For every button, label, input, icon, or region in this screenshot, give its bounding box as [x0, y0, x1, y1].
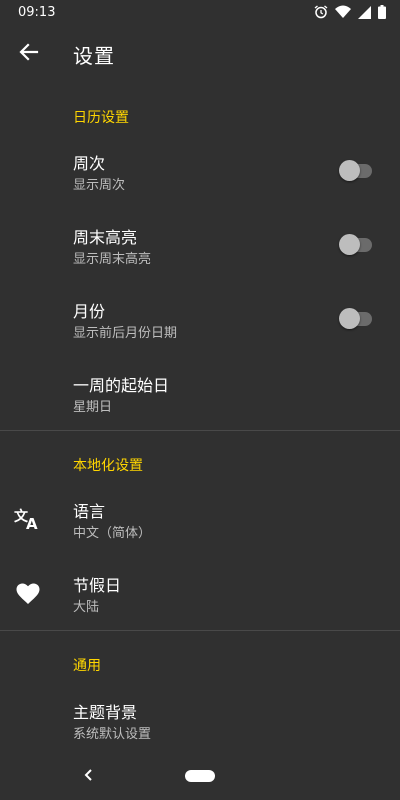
setting-subtitle: 显示周次 [73, 178, 126, 193]
wifi-icon [335, 5, 351, 18]
setting-row-week-start[interactable]: 一周的起始日 星期日 [0, 361, 400, 435]
section-divider [0, 430, 400, 431]
signal-icon [358, 5, 371, 19]
switch-thumb [339, 308, 360, 329]
section-header-general: 通用 [73, 658, 101, 674]
translate-icon: 文 A [14, 505, 42, 533]
setting-row-theme[interactable]: 主题背景 系统默认设置 [0, 688, 400, 762]
page-title: 设置 [73, 44, 115, 68]
weekend-highlight-switch[interactable] [339, 232, 373, 258]
setting-subtitle: 显示周末高亮 [73, 252, 152, 267]
setting-title: 周次 [73, 154, 106, 173]
nav-back-button[interactable] [82, 766, 96, 784]
svg-text:A: A [26, 515, 38, 531]
alarm-icon [314, 5, 328, 19]
arrow-back-icon [19, 43, 39, 61]
setting-subtitle: 显示前后月份日期 [73, 326, 178, 341]
setting-subtitle: 中文（简体） [73, 526, 152, 541]
switch-thumb [339, 160, 360, 181]
setting-title: 一周的起始日 [73, 376, 170, 395]
setting-title: 月份 [73, 302, 106, 321]
status-icons [314, 5, 386, 19]
week-number-switch[interactable] [339, 158, 373, 184]
setting-row-week-number[interactable]: 周次 显示周次 [0, 139, 400, 213]
setting-title: 节假日 [73, 576, 122, 595]
chevron-left-icon [84, 769, 92, 781]
battery-icon [378, 5, 386, 19]
setting-subtitle: 系统默认设置 [73, 727, 152, 742]
setting-title: 周末高亮 [73, 228, 138, 247]
status-time: 09:13 [18, 4, 56, 20]
heart-icon [14, 580, 42, 608]
section-header-localization: 本地化设置 [73, 458, 143, 474]
setting-title: 主题背景 [73, 703, 138, 722]
setting-subtitle: 大陆 [73, 600, 100, 615]
settings-screen: 09:13 设置 日历设置 周次 显示周次 周末高亮 显示周末高亮 月份 显示前… [0, 0, 400, 800]
app-bar: 设置 [0, 24, 400, 81]
section-header-calendar: 日历设置 [73, 110, 129, 126]
nav-home-pill[interactable] [185, 770, 215, 782]
setting-row-holidays[interactable]: 节假日 大陆 [0, 561, 400, 635]
adjacent-months-switch[interactable] [339, 306, 373, 332]
setting-row-month[interactable]: 月份 显示前后月份日期 [0, 287, 400, 361]
section-divider [0, 630, 400, 631]
setting-title: 语言 [73, 502, 106, 521]
status-bar: 09:13 [0, 0, 400, 24]
switch-thumb [339, 234, 360, 255]
back-button[interactable] [16, 39, 42, 65]
setting-subtitle: 星期日 [73, 400, 113, 415]
setting-row-language[interactable]: 文 A 语言 中文（简体） [0, 487, 400, 561]
setting-row-weekend-highlight[interactable]: 周末高亮 显示周末高亮 [0, 213, 400, 287]
system-navigation-bar [0, 752, 400, 800]
